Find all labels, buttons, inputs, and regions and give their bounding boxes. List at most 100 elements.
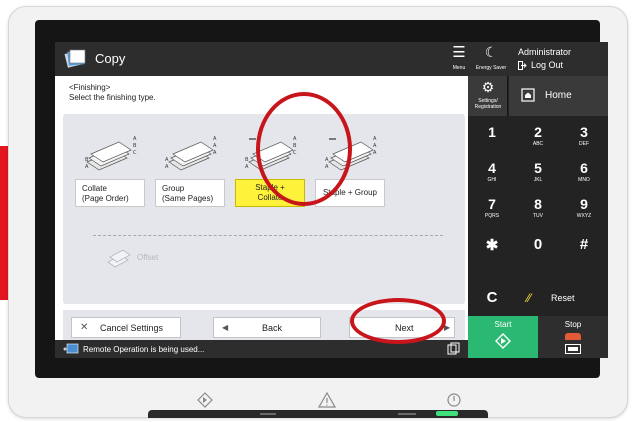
cancel-settings-label: Cancel Settings [100,323,164,333]
section-heading: <Finishing> [69,83,111,92]
status-message: Remote Operation is being used... [83,345,205,354]
clear-key[interactable]: C [470,281,514,316]
key-digit: 4 [488,160,496,176]
key-digit: 6 [580,160,588,176]
key-7[interactable]: 7 PQRS [470,190,514,225]
options-divider [93,235,443,236]
svg-text:A: A [85,164,89,170]
group-icon: A A A A A [165,136,217,171]
copy-app-icon [64,49,86,68]
settings-label-line2: Registration [474,104,502,110]
annotation-circle-next [350,298,446,344]
offset-option[interactable]: Offset [105,245,195,273]
svg-text:A: A [213,136,217,142]
key-4[interactable]: 4 GHI [470,154,514,189]
key-digit: 1 [488,124,496,140]
logout-button[interactable]: Log Out [518,60,563,70]
offset-icon [107,249,131,268]
menu-button[interactable]: ☰ Menu [444,42,474,76]
collate-icon: A B A B C [85,136,137,171]
remote-operation-icon [63,343,79,354]
home-button[interactable]: Home [509,76,608,116]
key-5[interactable]: 5 JKL [516,154,560,189]
key-2[interactable]: 2 ABC [516,118,560,153]
key-3[interactable]: 3 DEF [562,118,606,153]
cancel-settings-button[interactable]: ✕ Cancel Settings [71,317,181,338]
energy-saver-label: Energy Saver [475,65,507,71]
key-letters: PQRS [484,213,500,219]
key-digit: 2 [534,124,542,140]
svg-text:A: A [213,150,217,156]
key-digit: 5 [534,160,542,176]
reset-icon: ⁄⁄ [527,291,532,305]
start-label: Start [494,320,512,329]
svg-text:A: A [373,143,377,149]
power-icon[interactable] [446,392,462,408]
counter-area[interactable] [538,340,608,358]
annotation-circle-staple-collate [256,92,352,206]
svg-text:C: C [133,150,137,156]
svg-text:A: A [245,164,249,170]
start-button[interactable]: Start [468,316,538,358]
collate-button[interactable]: Collate (Page Order) [75,179,145,207]
back-label: Back [262,323,283,333]
key-letters: TUV [533,213,543,219]
home-icon [521,88,535,102]
stop-label: Stop [564,320,582,329]
group-sublabel: (Same Pages) [162,194,214,203]
svg-text:A: A [165,164,169,170]
key-digit: # [579,236,589,253]
collate-sublabel: (Page Order) [82,194,129,203]
energy-saver-button[interactable]: ☾ Energy Saver [474,42,508,76]
copy-status-icon[interactable] [447,342,461,356]
key-letters: DEF [579,141,589,147]
status-light-strip [148,410,488,418]
close-icon: ✕ [80,322,89,333]
svg-text:B: B [85,157,89,163]
key-9[interactable]: 9 WXYZ [562,190,606,225]
svg-text:A: A [213,143,217,149]
reset-button[interactable]: ⁄⁄ Reset [515,281,608,315]
key-hash[interactable]: # [562,228,606,263]
numeric-keypad: ⚙ Settings/ Registration Home 1 2 ABC 3 DE… [468,76,608,316]
moon-icon: ☾ [484,44,498,60]
instruction-text: Select the finishing type. [69,93,156,102]
key-6[interactable]: 6 MNO [562,154,606,189]
group-button[interactable]: Group (Same Pages) [155,179,225,207]
group-label: Group [162,184,185,193]
svg-text:B: B [133,143,137,149]
strip-marker [260,413,276,415]
power-led [436,411,458,416]
key-0[interactable]: 0 [516,228,560,263]
menu-label: Menu [452,65,466,71]
menu-icon: ☰ [452,44,466,61]
option-collate: A B A B C Collate (Page Order) [75,130,145,210]
key-letters: WXYZ [576,213,592,219]
counter-icon [565,344,581,354]
start-icon [495,333,511,349]
back-arrow-icon: ◀ [222,323,229,332]
account-area: Administrator Log Out [508,42,608,76]
header-bar: Copy [55,42,444,76]
page-title: Copy [95,51,126,66]
settings-registration-button[interactable]: ⚙ Settings/ Registration [468,76,508,116]
warning-icon [318,392,336,408]
key-asterisk[interactable]: ✱ [470,228,514,263]
strip-marker [398,413,416,415]
option-group: A A A A A Group (Same Pages) [155,130,225,210]
user-name: Administrator [518,47,572,57]
reset-label: Reset [551,293,575,303]
key-digit: 7 [488,196,496,212]
key-digit: 0 [533,236,543,253]
svg-text:A: A [373,150,377,156]
key-letters: GHI [487,177,497,183]
key-8[interactable]: 8 TUV [516,190,560,225]
touch-screen: Copy ☰ Menu ☾ Energy Saver Administrator… [55,42,608,358]
back-button[interactable]: ◀ Back [213,317,321,338]
logout-label: Log Out [531,60,564,70]
key-digit: 8 [534,196,542,212]
settings-label: Settings/ Registration [468,98,508,110]
key-1[interactable]: 1 [470,118,514,153]
start-hardware-icon[interactable] [196,392,214,408]
svg-text:A: A [133,136,137,142]
